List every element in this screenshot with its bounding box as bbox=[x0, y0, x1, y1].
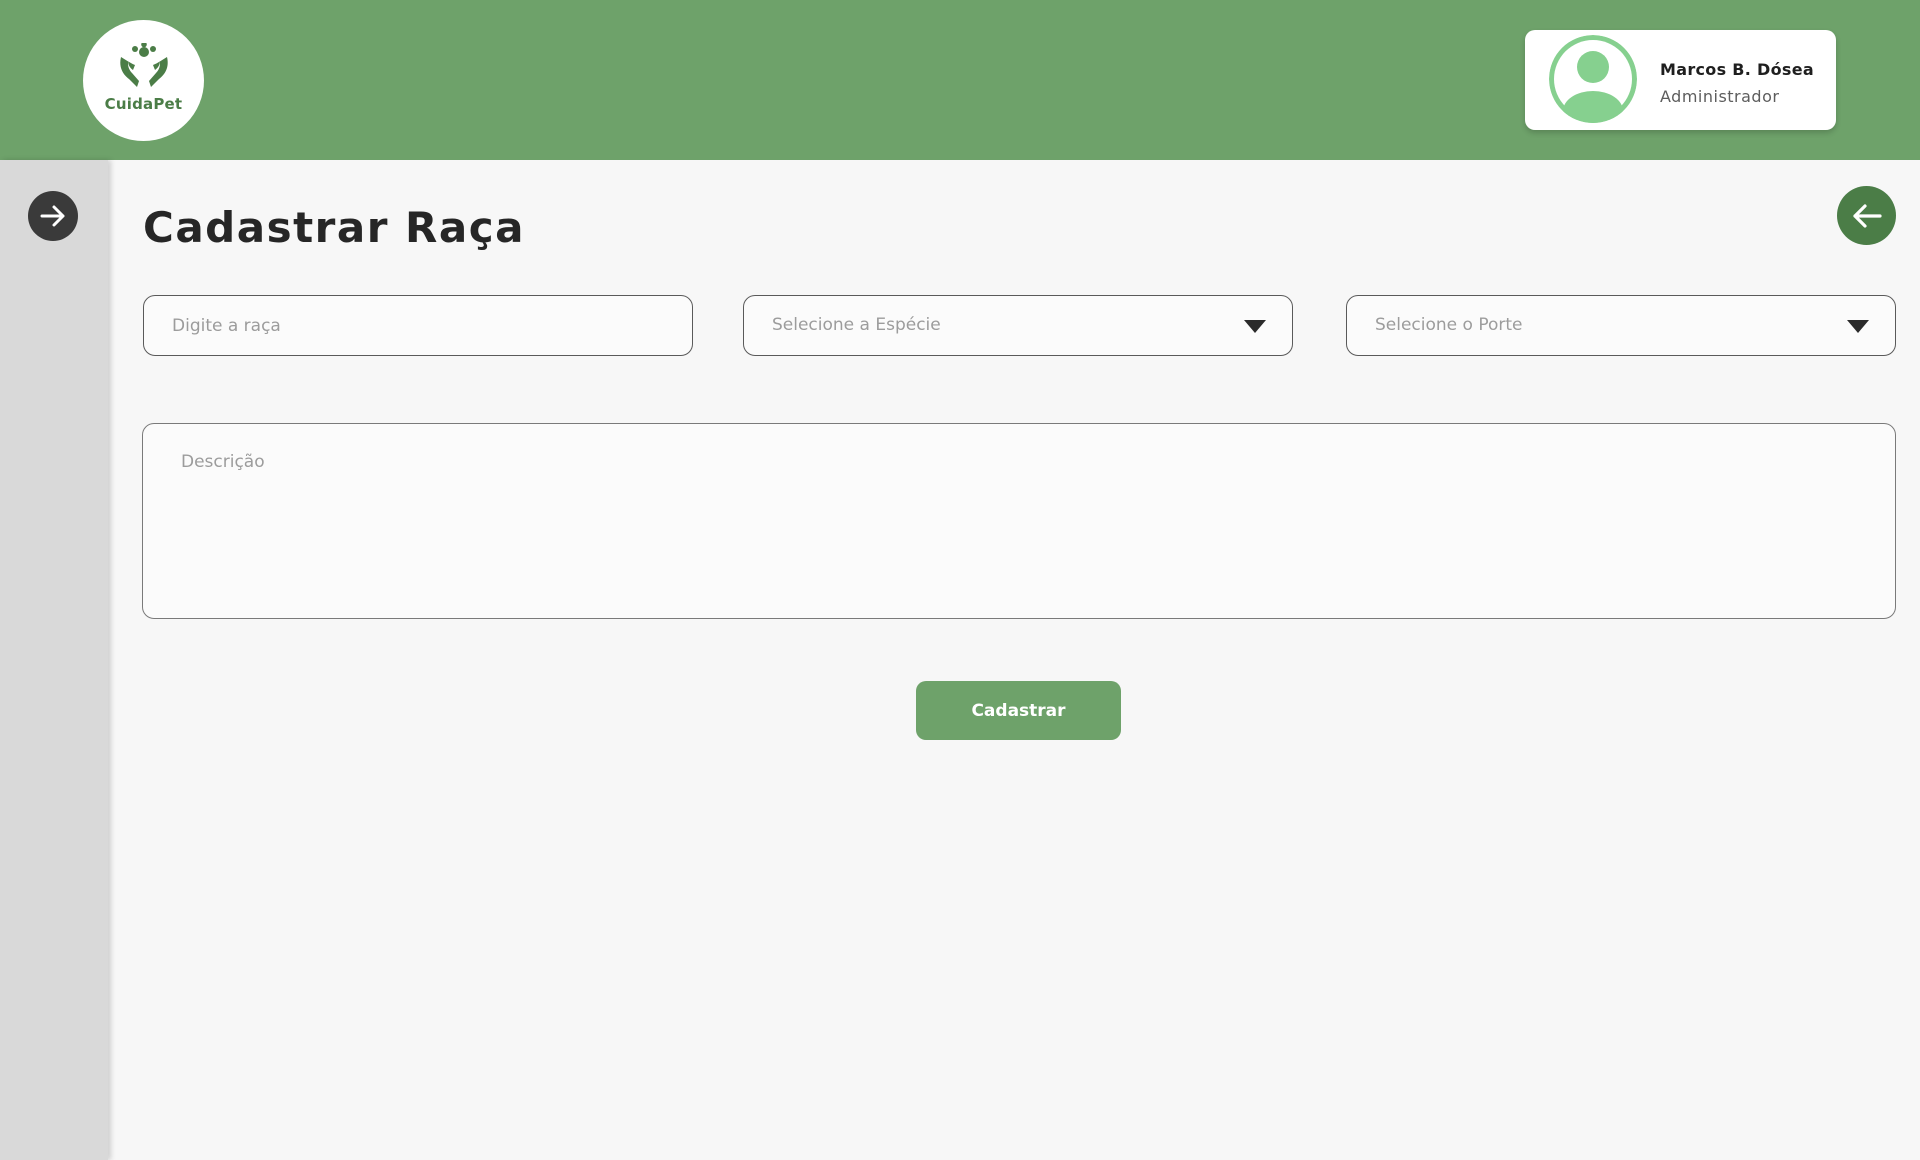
size-select[interactable]: Selecione o Porte bbox=[1346, 295, 1896, 356]
arrow-left-icon bbox=[1852, 203, 1882, 228]
page-title: Cadastrar Raça bbox=[143, 203, 525, 252]
species-select-label: Selecione a Espécie bbox=[772, 315, 941, 335]
user-profile-card[interactable]: Marcos B. Dósea Administrador bbox=[1525, 30, 1836, 130]
brand-name: CuidaPet bbox=[104, 94, 183, 113]
sidebar-expand-button[interactable] bbox=[28, 191, 78, 241]
back-button[interactable] bbox=[1837, 186, 1896, 245]
species-select[interactable]: Selecione a Espécie bbox=[743, 295, 1293, 356]
cuidapet-logo[interactable]: CuidaPet bbox=[83, 20, 204, 141]
user-role: Administrador bbox=[1660, 87, 1780, 106]
description-field[interactable] bbox=[142, 423, 1896, 619]
breed-input[interactable] bbox=[144, 296, 692, 355]
description-textarea[interactable] bbox=[143, 424, 1895, 618]
sidebar bbox=[0, 160, 108, 1160]
submit-button[interactable]: Cadastrar bbox=[916, 681, 1121, 740]
paw-hands-icon bbox=[119, 42, 168, 87]
user-avatar-icon bbox=[1549, 35, 1637, 123]
size-select-label: Selecione o Porte bbox=[1375, 315, 1523, 335]
caret-down-icon bbox=[1847, 320, 1869, 333]
caret-down-icon bbox=[1244, 320, 1266, 333]
top-bar: CuidaPet Marcos B. Dósea Administrador bbox=[0, 0, 1920, 160]
user-name: Marcos B. Dósea bbox=[1660, 60, 1814, 79]
breed-field[interactable] bbox=[143, 295, 693, 356]
arrow-right-icon bbox=[40, 205, 65, 227]
